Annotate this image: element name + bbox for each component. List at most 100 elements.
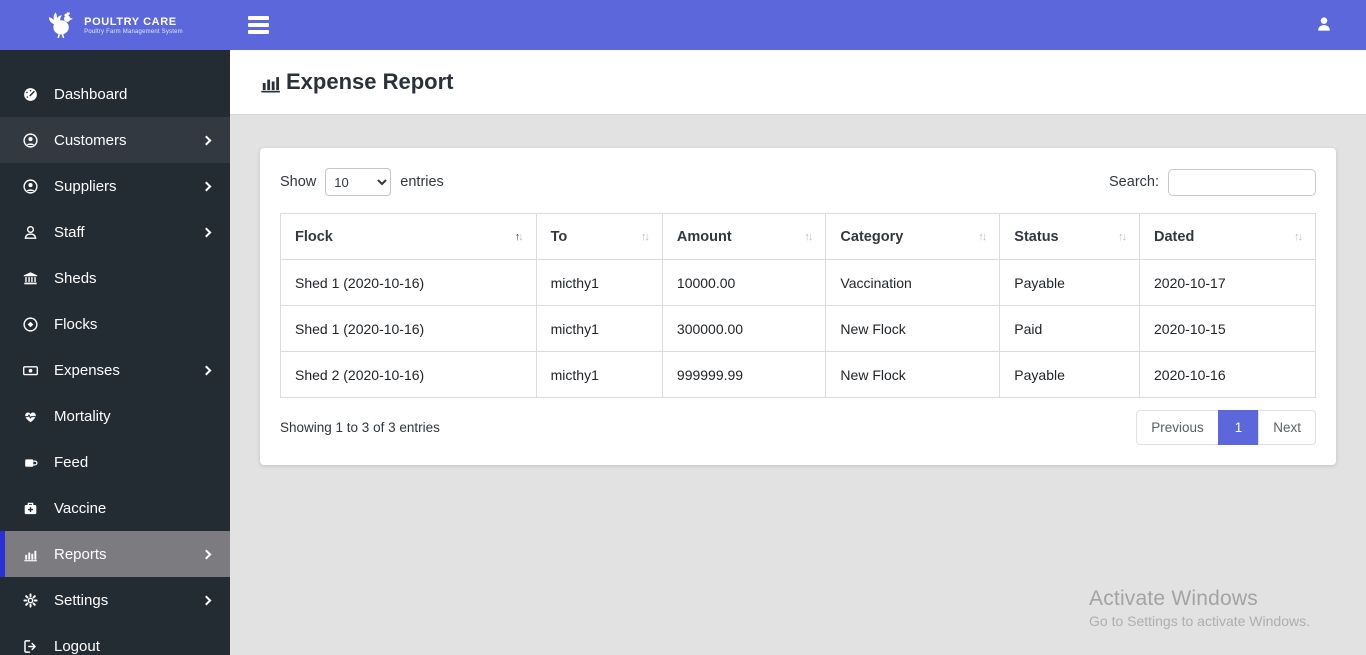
cell-category: Vaccination [825,259,1001,306]
medkit-icon [22,500,39,517]
sidebar-item-label: Dashboard [54,85,128,103]
cell-to: micthy1 [535,351,663,398]
sidebar-item-label: Vaccine [54,499,107,517]
user-outline-icon [22,224,39,241]
pagination: Previous 1 Next [1136,410,1316,445]
sidebar-item-label: Expenses [54,361,120,379]
sidebar-item-logout[interactable]: Logout [0,623,230,655]
sidebar-item-label: Logout [54,637,100,655]
money-bill-icon [22,362,39,379]
rooster-logo-icon [47,10,77,40]
sidebar-item-settings[interactable]: Settings [0,577,230,623]
page-length-control: Show 10 entries [280,168,444,196]
chevron-right-icon [201,227,212,237]
sort-icon: ↑↓ [978,230,987,243]
cell-category: New Flock [825,351,1001,398]
cell-status: Payable [999,259,1141,306]
user-circle-icon [22,178,39,195]
table-info: Showing 1 to 3 of 3 entries [280,420,440,435]
chevron-right-icon [201,181,212,191]
sidebar-item-label: Feed [54,453,89,471]
sidebar-toggle-button[interactable] [244,12,273,38]
cell-flock: Shed 2 (2020-10-16) [280,351,537,398]
column-header-flock[interactable]: Flock ↑↓ [280,213,537,260]
cell-status: Paid [999,305,1141,352]
sidebar-item-feed[interactable]: Feed [0,439,230,485]
column-header-label: Amount [676,228,732,245]
sidebar: Dashboard Customers Suppliers Staff Shed… [0,50,230,655]
cell-amount: 300000.00 [661,305,827,352]
feed-icon [22,454,39,471]
chart-bar-icon [258,70,283,95]
dove-icon [22,316,39,333]
heartbeat-icon [22,408,39,425]
column-header-label: Status [1014,228,1059,245]
sidebar-item-label: Sheds [54,269,97,287]
page-length-select[interactable]: 10 [325,168,392,196]
cell-dated: 2020-10-15 [1139,305,1316,352]
sidebar-item-label: Flocks [54,315,98,333]
chevron-right-icon [201,595,212,605]
cell-status: Payable [999,351,1141,398]
search-input[interactable] [1168,168,1316,196]
sidebar-item-label: Reports [54,545,107,563]
sidebar-item-vaccine[interactable]: Vaccine [0,485,230,531]
sidebar-item-reports[interactable]: Reports [0,531,230,577]
cell-dated: 2020-10-17 [1139,259,1316,306]
sidebar-item-customers[interactable]: Customers [0,117,230,163]
column-header-to[interactable]: To ↑↓ [535,213,663,260]
sidebar-item-flocks[interactable]: Flocks [0,301,230,347]
logout-icon [22,638,39,655]
expense-report-card: Show 10 entries Search: Flock ↑↓ To ↑↓ A… [260,148,1336,465]
cell-to: micthy1 [535,259,663,306]
chevron-right-icon [201,549,212,559]
hamburger-icon [248,16,269,20]
pagination-previous-button[interactable]: Previous [1136,410,1219,445]
table-row: Shed 2 (2020-10-16) micthy1 999999.99 New F… [280,351,1316,398]
column-header-label: Category [840,228,904,245]
brand[interactable]: POULTRY CARE Poultry Farm Management Sys… [0,0,230,50]
sidebar-item-suppliers[interactable]: Suppliers [0,163,230,209]
sidebar-item-sheds[interactable]: Sheds [0,255,230,301]
sidebar-item-label: Settings [54,591,109,609]
user-circle-icon [22,132,39,149]
brand-subtitle: Poultry Farm Management System [84,28,183,35]
sidebar-item-label: Mortality [54,407,111,425]
chevron-right-icon [201,365,212,375]
sort-icon: ↑↓ [640,230,650,243]
column-header-label: Dated [1154,228,1195,245]
column-header-amount[interactable]: Amount ↑↓ [661,213,827,260]
sidebar-item-label: Suppliers [54,177,117,195]
chevron-right-icon [201,135,212,145]
brand-title: POULTRY CARE [84,15,177,28]
cell-amount: 999999.99 [661,351,827,398]
sidebar-item-staff[interactable]: Staff [0,209,230,255]
sidebar-item-dashboard[interactable]: Dashboard [0,71,230,117]
bank-icon [22,270,39,287]
cell-category: New Flock [825,305,1001,352]
page-title: Expense Report [258,69,454,95]
cell-amount: 10000.00 [661,259,827,306]
main-content: Expense Report Show 10 entries Search: F… [230,50,1366,655]
cell-flock: Shed 1 (2020-10-16) [280,259,537,306]
entries-label: entries [400,174,444,190]
sidebar-item-expenses[interactable]: Expenses [0,347,230,393]
column-header-dated[interactable]: Dated ↑↓ [1139,213,1316,260]
pagination-next-button[interactable]: Next [1258,410,1316,445]
column-header-label: Flock [295,228,333,245]
gear-icon [22,592,39,609]
sort-icon: ↑↓ [804,230,813,243]
page-header: Expense Report [230,50,1366,115]
column-header-status[interactable]: Status ↑↓ [999,213,1141,260]
column-header-category[interactable]: Category ↑↓ [825,213,1001,260]
cell-flock: Shed 1 (2020-10-16) [280,305,537,352]
sort-icon: ↑↓ [514,230,524,243]
top-navbar: POULTRY CARE Poultry Farm Management Sys… [0,0,1366,50]
pagination-page-1-button[interactable]: 1 [1217,410,1260,445]
table-row: Shed 1 (2020-10-16) micthy1 10000.00 Vaccin… [280,259,1316,306]
user-menu-button[interactable] [1314,14,1334,37]
sidebar-item-mortality[interactable]: Mortality [0,393,230,439]
user-icon [1314,14,1334,34]
cell-dated: 2020-10-16 [1139,351,1316,398]
search-control: Search: [1109,168,1316,196]
